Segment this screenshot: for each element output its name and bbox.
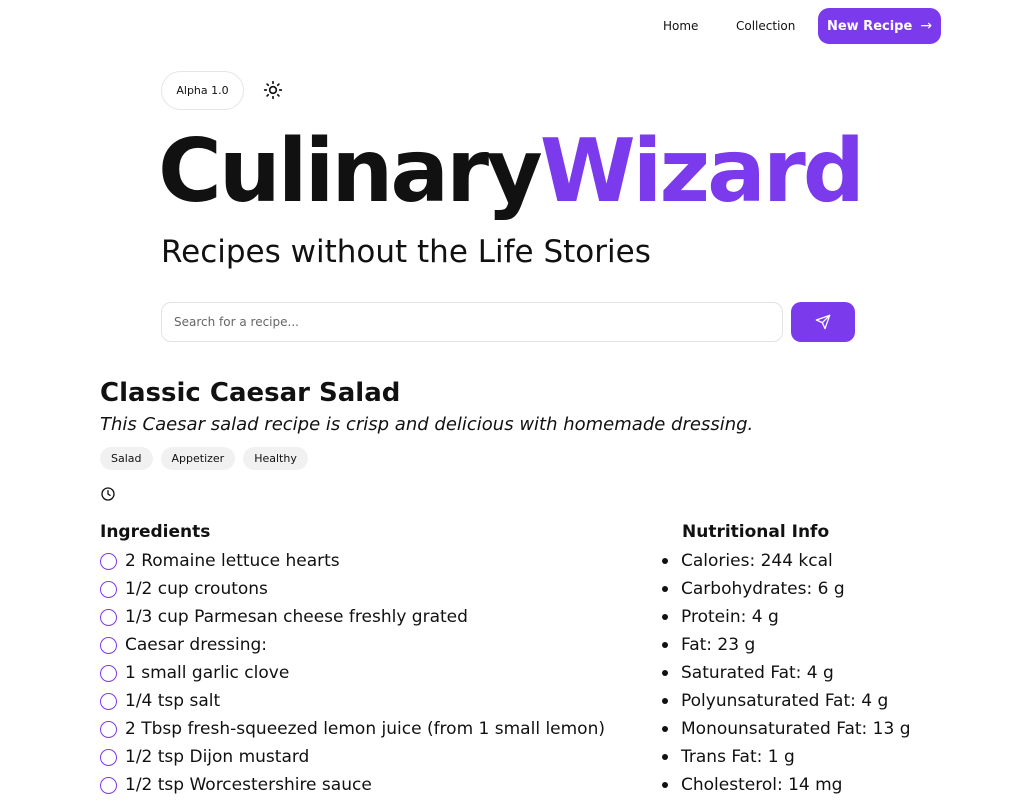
ingredient-checkbox[interactable] <box>100 552 117 570</box>
ingredient-label: 1 small garlic clove <box>125 663 290 683</box>
nutrition-label: Polyunsaturated Fat: 4 g <box>681 691 889 711</box>
nutrition-item: Protein: 4 g <box>662 603 911 631</box>
nutrition-item: Cholesterol: 14 mg <box>662 771 911 799</box>
ingredient-label: 1/3 cup Parmesan cheese freshly grated <box>125 607 468 627</box>
ingredient-checkbox[interactable] <box>100 776 117 794</box>
nutrition-item: Monounsaturated Fat: 13 g <box>662 715 911 743</box>
bullet-icon <box>662 782 668 788</box>
bullet-icon <box>662 726 668 732</box>
nutrition-label: Calories: 244 kcal <box>681 551 833 571</box>
nutrition-label: Fat: 23 g <box>681 635 756 655</box>
nav-collection-link[interactable]: Collection <box>736 8 795 44</box>
search-input[interactable] <box>161 302 783 342</box>
ingredient-item: 2 Romaine lettuce hearts <box>100 547 605 575</box>
bullet-icon <box>662 698 668 704</box>
recipe-title: Classic Caesar Salad <box>100 378 401 408</box>
tag-salad: Salad <box>100 447 153 470</box>
nutrition-item: Saturated Fat: 4 g <box>662 659 911 687</box>
bullet-icon <box>662 614 668 620</box>
ingredient-item: 1 small garlic clove <box>100 659 605 687</box>
new-recipe-label: New Recipe <box>826 18 913 34</box>
ingredient-item: 1/2 cup croutons <box>100 575 605 603</box>
arrow-right-icon: → <box>920 18 933 34</box>
send-icon <box>815 314 831 330</box>
nav-home-link[interactable]: Home <box>663 8 698 44</box>
ingredient-checkbox[interactable] <box>100 692 117 710</box>
clock-icon <box>101 487 115 501</box>
ingredient-item: 2 Tbsp fresh-squeezed lemon juice (from … <box>100 715 605 743</box>
version-badge: Alpha 1.0 <box>161 71 244 110</box>
top-navigation: Home Collection New Recipe → <box>0 8 1018 44</box>
ingredient-item: Caesar dressing: <box>100 631 605 659</box>
ingredient-checkbox[interactable] <box>100 664 117 682</box>
nutrition-label: Carbohydrates: 6 g <box>681 579 845 599</box>
ingredients-list: 2 Romaine lettuce hearts 1/2 cup crouton… <box>100 547 605 799</box>
tag-appetizer: Appetizer <box>160 447 236 470</box>
nutrition-item: Fat: 23 g <box>662 631 911 659</box>
ingredient-label: 1/2 cup croutons <box>125 579 268 599</box>
ingredient-checkbox[interactable] <box>100 580 117 598</box>
ingredient-item: 1/4 tsp salt <box>100 687 605 715</box>
ingredient-label: 2 Tbsp fresh-squeezed lemon juice (from … <box>125 719 605 739</box>
ingredient-checkbox[interactable] <box>100 720 117 738</box>
nutrition-item: Trans Fat: 1 g <box>662 743 911 771</box>
sun-icon[interactable] <box>263 80 283 100</box>
ingredient-label: 1/4 tsp salt <box>125 691 221 711</box>
nutrition-item: Calories: 244 kcal <box>662 547 911 575</box>
ingredient-label: 1/2 tsp Dijon mustard <box>125 747 310 767</box>
bullet-icon <box>662 586 668 592</box>
tag-healthy: Healthy <box>243 447 308 470</box>
bullet-icon <box>662 754 668 760</box>
ingredient-label: 2 Romaine lettuce hearts <box>125 551 340 571</box>
nutrition-item: Polyunsaturated Fat: 4 g <box>662 687 911 715</box>
app-title-part1: Culinary <box>158 120 543 222</box>
ingredient-item: 1/2 tsp Dijon mustard <box>100 743 605 771</box>
search-submit-button[interactable] <box>791 302 855 342</box>
nutrition-label: Saturated Fat: 4 g <box>681 663 834 683</box>
nutrition-list: Calories: 244 kcal Carbohydrates: 6 g Pr… <box>662 547 911 799</box>
ingredient-checkbox[interactable] <box>100 636 117 654</box>
app-title: CulinaryWizard <box>158 112 865 230</box>
ingredient-checkbox[interactable] <box>100 748 117 766</box>
ingredients-heading: Ingredients <box>100 522 211 542</box>
ingredient-checkbox[interactable] <box>100 608 117 626</box>
recipe-description: This Caesar salad recipe is crisp and de… <box>100 414 754 435</box>
nutrition-label: Trans Fat: 1 g <box>681 747 795 767</box>
nutrition-item: Carbohydrates: 6 g <box>662 575 911 603</box>
nutrition-label: Cholesterol: 14 mg <box>681 775 843 795</box>
ingredient-label: 1/2 tsp Worcestershire sauce <box>125 775 372 795</box>
bullet-icon <box>662 558 668 564</box>
ingredient-label: Caesar dressing: <box>125 635 268 655</box>
nutrition-label: Monounsaturated Fat: 13 g <box>681 719 911 739</box>
app-title-part2: Wizard <box>539 120 865 222</box>
app-subtitle: Recipes without the Life Stories <box>161 234 651 270</box>
ingredient-item: 1/3 cup Parmesan cheese freshly grated <box>100 603 605 631</box>
nutrition-heading: Nutritional Info <box>682 522 830 542</box>
recipe-tags: Salad Appetizer Healthy <box>100 447 308 470</box>
bullet-icon <box>662 642 668 648</box>
ingredient-item: 1/2 tsp Worcestershire sauce <box>100 771 605 799</box>
bullet-icon <box>662 670 668 676</box>
nutrition-label: Protein: 4 g <box>681 607 779 627</box>
new-recipe-button[interactable]: New Recipe → <box>818 8 941 44</box>
